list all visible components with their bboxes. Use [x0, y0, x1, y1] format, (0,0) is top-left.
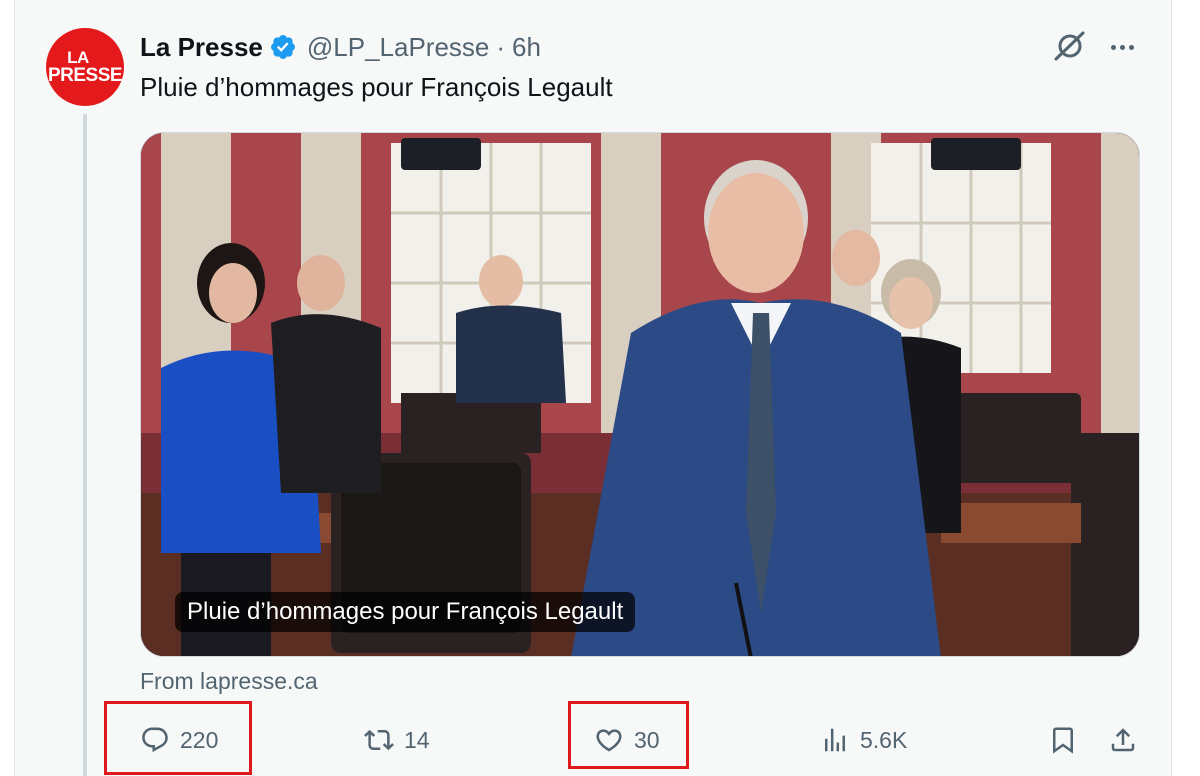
thread-line: [83, 114, 87, 776]
avatar-logo-text-2: PRESSE: [47, 65, 123, 86]
media-caption: Pluie d’hommages pour François Legault: [175, 592, 636, 632]
tweet-header: La Presse @LP_LaPresse · 6h: [140, 31, 541, 63]
share-icon: [1111, 728, 1135, 752]
user-handle[interactable]: @LP_LaPresse: [307, 32, 490, 63]
avatar-logo-text-1: LA: [67, 48, 89, 67]
share-button[interactable]: [1108, 712, 1138, 768]
separator-dot: ·: [496, 31, 506, 62]
retweet-count: 14: [404, 726, 430, 753]
news-photo: [141, 133, 1139, 656]
tweet-media-card[interactable]: Pluie d’hommages pour François Legault: [140, 132, 1140, 657]
verified-badge-icon[interactable]: [269, 33, 297, 61]
like-highlight-box: [568, 701, 689, 769]
view-count: 5.6K: [860, 726, 908, 753]
bookmark-button[interactable]: [1048, 712, 1078, 768]
timestamp[interactable]: 6h: [512, 32, 541, 63]
retweet-button[interactable]: 14: [364, 712, 430, 768]
views-button[interactable]: 5.6K: [820, 712, 907, 768]
grok-icon[interactable]: [1052, 28, 1088, 64]
tweet-text: Pluie d’hommages pour François Legault: [140, 72, 613, 102]
link-source[interactable]: From lapresse.ca: [140, 668, 318, 695]
more-icon[interactable]: [1104, 33, 1140, 61]
avatar[interactable]: LA PRESSE: [46, 28, 124, 106]
retweet-icon: [364, 729, 394, 751]
reply-highlight-box: [104, 701, 252, 775]
views-icon: [825, 728, 845, 752]
display-name[interactable]: La Presse: [140, 32, 263, 63]
bookmark-icon: [1053, 727, 1073, 754]
